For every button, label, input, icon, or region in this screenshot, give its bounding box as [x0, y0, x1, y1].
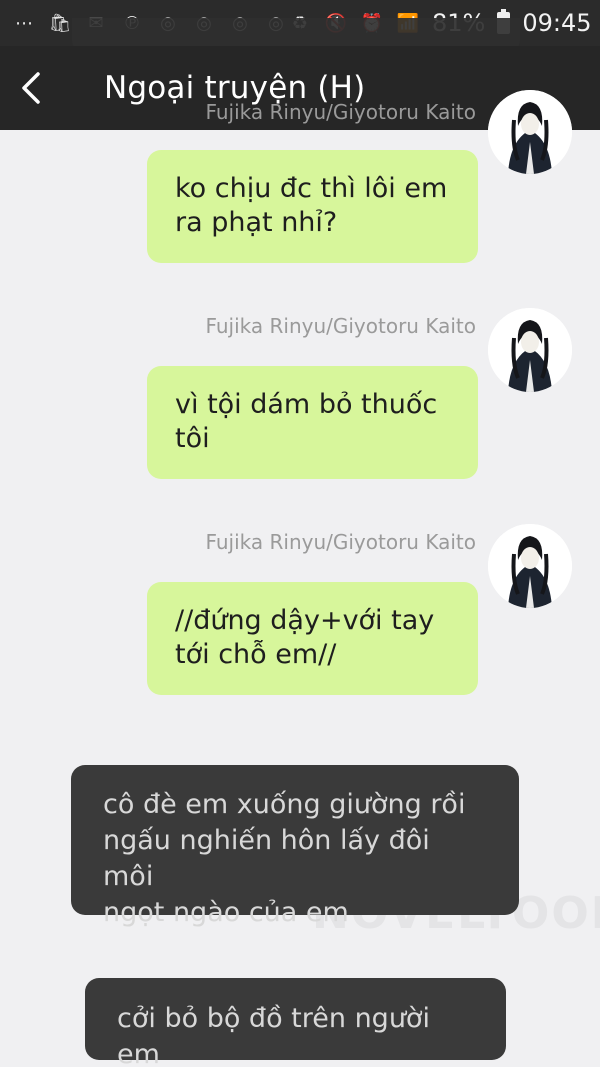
clock: 09:45	[522, 9, 592, 37]
sender-name: Fujika Rinyu/Giyotoru Kaito	[205, 530, 476, 554]
sender-name: Fujika Rinyu/Giyotoru Kaito	[205, 314, 476, 338]
message-bubble[interactable]: //đứng dậy+với tay tới chỗ em//	[147, 582, 478, 695]
avatar[interactable]	[488, 90, 572, 174]
narration-line: cô đè em xuống giường rồi	[103, 789, 466, 820]
narration-line: ngấu nghiến hôn lấy đôi môi	[103, 825, 430, 892]
back-button[interactable]	[0, 46, 62, 130]
message-line: tới chỗ em//	[175, 639, 337, 670]
message-bubble[interactable]: ko chịu đc thì lôi em ra phạt nhỉ?	[147, 150, 478, 263]
avatar[interactable]	[488, 524, 572, 608]
avatar-image	[488, 90, 572, 174]
narration-bubble[interactable]: cô đè em xuống giường rồi ngấu nghiến hô…	[71, 765, 519, 928]
message-line: ra phạt nhỉ?	[175, 207, 338, 238]
narration-line: cởi bỏ bộ đồ trên người em	[117, 1003, 430, 1067]
chat-area[interactable]: Fujika Rinyu/Giyotoru Kaito ko chịu đc t…	[0, 90, 600, 1067]
narration-bubble[interactable]: cởi bỏ bộ đồ trên người em	[85, 978, 506, 1067]
narration-line: ngọt ngào của em	[103, 897, 349, 928]
avatar-image	[488, 524, 572, 608]
more-icon: ⋯	[15, 12, 33, 34]
message-line: tôi	[175, 423, 210, 454]
chevron-left-icon	[22, 72, 40, 104]
shop-icon: 🛍	[48, 12, 72, 34]
message-line: //đứng dậy+với tay	[175, 605, 435, 636]
message-bubble[interactable]: vì tội dám bỏ thuốc tôi	[147, 366, 478, 479]
message-line: vì tội dám bỏ thuốc	[175, 389, 438, 420]
sender-name: Fujika Rinyu/Giyotoru Kaito	[205, 100, 476, 124]
avatar[interactable]	[488, 308, 572, 392]
message-line: ko chịu đc thì lôi em	[175, 173, 448, 204]
avatar-image	[488, 308, 572, 392]
